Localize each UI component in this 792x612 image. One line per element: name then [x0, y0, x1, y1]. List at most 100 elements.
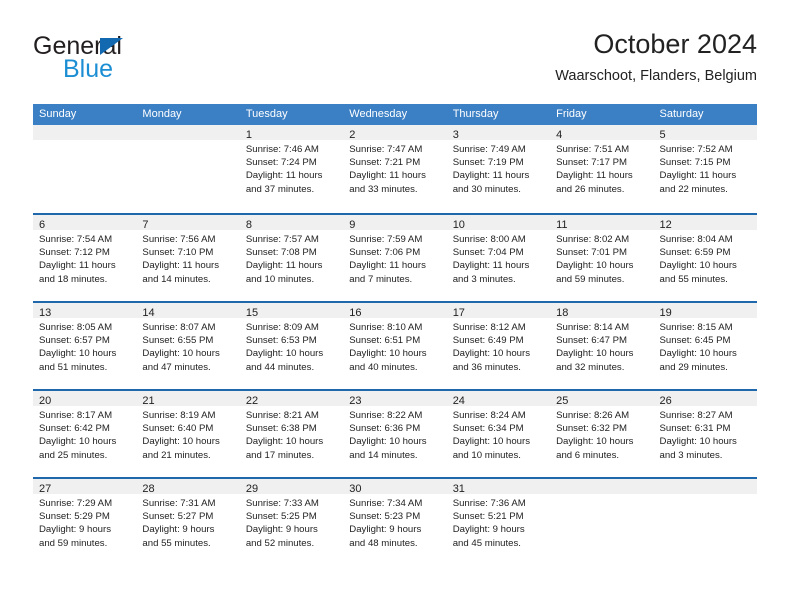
day-number: 12	[659, 219, 672, 231]
calendar-day-cell[interactable]: 2 Sunrise: 7:47 AM Sunset: 7:21 PM Daylight…	[343, 125, 447, 213]
day-sun-info: Sunrise: 8:17 AM Sunset: 6:42 PM Daylight:…	[33, 406, 136, 462]
day-number-band: 9	[343, 215, 447, 231]
calendar-week-row: 6 Sunrise: 7:54 AM Sunset: 7:12 PM Daylight…	[33, 213, 757, 301]
day-sun-info: Sunrise: 8:14 AM Sunset: 6:47 PM Daylight:…	[550, 318, 653, 374]
day-sun-info-line: Daylight: 10 hours	[556, 348, 634, 360]
day-sun-info-line: and 44 minutes.	[245, 361, 315, 373]
calendar-day-cell[interactable]: 19 Sunrise: 8:15 AM Sunset: 6:45 PM Dayligh…	[653, 303, 757, 389]
day-number-band: 21	[136, 391, 240, 407]
day-sun-info: Sunrise: 8:07 AM Sunset: 6:55 PM Daylight:…	[136, 318, 239, 374]
general-blue-logo[interactable]: General Blue	[33, 32, 253, 88]
day-number: 6	[39, 219, 46, 231]
day-number-band: 14	[136, 303, 240, 319]
calendar-day-cell[interactable]: 31 Sunrise: 7:36 AM Sunset: 5:21 PM Dayligh…	[446, 479, 551, 565]
day-sun-info-line: Daylight: 11 hours	[452, 260, 530, 272]
day-sun-info-line: Sunset: 6:47 PM	[556, 335, 628, 347]
calendar-day-cell[interactable]: 3 Sunrise: 7:49 AM Sunset: 7:19 PM Daylight…	[446, 125, 551, 213]
day-sun-info-line: and 37 minutes.	[245, 183, 315, 195]
calendar-day-cell[interactable]: 5 Sunrise: 7:52 AM Sunset: 7:15 PM Daylight…	[653, 125, 757, 213]
day-sun-info: Sunrise: 7:46 AM Sunset: 7:24 PM Daylight:…	[240, 140, 343, 196]
calendar-day-cell[interactable]: 12 Sunrise: 8:04 AM Sunset: 6:59 PM Dayligh…	[653, 215, 757, 301]
day-number: 25	[556, 395, 569, 407]
calendar-day-cell[interactable]: 24 Sunrise: 8:24 AM Sunset: 6:34 PM Dayligh…	[446, 391, 551, 477]
day-sun-info-line: Sunrise: 8:07 AM	[142, 322, 216, 333]
day-number: 15	[245, 307, 259, 319]
day-sun-info-line: Daylight: 10 hours	[452, 348, 531, 360]
calendar-day-cell[interactable]: 29 Sunrise: 7:33 AM Sunset: 5:25 PM Dayligh…	[239, 479, 344, 565]
calendar-day-cell[interactable]: 28 Sunrise: 7:31 AM Sunset: 5:27 PM Dayligh…	[136, 479, 240, 565]
calendar-day-cell[interactable]: 15 Sunrise: 8:09 AM Sunset: 6:53 PM Dayligh…	[239, 303, 344, 389]
day-sun-info-line: and 30 minutes.	[452, 183, 521, 195]
day-sun-info-line: Daylight: 10 hours	[452, 436, 531, 448]
day-sun-info-line: Daylight: 11 hours	[349, 170, 426, 182]
calendar-day-cell[interactable]: 14 Sunrise: 8:07 AM Sunset: 6:55 PM Dayligh…	[136, 303, 240, 389]
calendar-week-row: 27 Sunrise: 7:29 AM Sunset: 5:29 PM Dayligh…	[33, 477, 757, 565]
day-number-band: 5	[653, 125, 757, 141]
calendar-day-cell[interactable]: 26 Sunrise: 8:27 AM Sunset: 6:31 PM Dayligh…	[653, 391, 757, 477]
calendar-day-cell[interactable]: 6 Sunrise: 7:54 AM Sunset: 7:12 PM Daylight…	[33, 215, 137, 301]
calendar-day-cell[interactable]: 17 Sunrise: 8:12 AM Sunset: 6:49 PM Dayligh…	[446, 303, 551, 389]
day-number-band: 22	[239, 391, 344, 407]
calendar-day-cell[interactable]: 9 Sunrise: 7:59 AM Sunset: 7:06 PM Daylight…	[343, 215, 447, 301]
day-number-band	[33, 125, 137, 140]
weekday-header-sunday: Sunday	[39, 108, 77, 120]
day-sun-info-line: and 22 minutes.	[659, 183, 728, 195]
calendar-day-cell[interactable]: 25 Sunrise: 8:26 AM Sunset: 6:32 PM Dayligh…	[550, 391, 654, 477]
day-sun-info-line: Daylight: 9 hours	[349, 524, 422, 536]
day-sun-info-line: Sunset: 6:42 PM	[39, 423, 110, 435]
day-sun-info-line: Sunset: 7:06 PM	[349, 247, 421, 259]
day-sun-info-line: and 3 minutes.	[452, 273, 516, 285]
day-sun-info: Sunrise: 7:52 AM Sunset: 7:15 PM Daylight:…	[654, 140, 757, 196]
day-sun-info-line: Sunset: 7:01 PM	[556, 247, 628, 259]
calendar-day-cell[interactable]: 7 Sunrise: 7:56 AM Sunset: 7:10 PM Daylight…	[136, 215, 240, 301]
day-number-band: 4	[550, 125, 654, 141]
calendar-day-cell[interactable]: 13 Sunrise: 8:05 AM Sunset: 6:57 PM Dayligh…	[33, 303, 137, 389]
day-sun-info-line: Sunset: 6:36 PM	[349, 423, 421, 435]
day-number: 18	[556, 307, 569, 319]
day-sun-info: Sunrise: 7:59 AM Sunset: 7:06 PM Daylight:…	[343, 230, 446, 286]
day-sun-info-line: Sunset: 7:17 PM	[556, 157, 628, 169]
day-number: 29	[245, 483, 259, 495]
day-sun-info-line: Daylight: 10 hours	[245, 348, 324, 360]
day-number-band: 16	[343, 303, 447, 319]
day-number-band: 6	[33, 215, 137, 231]
day-sun-info-line: Sunset: 6:59 PM	[659, 247, 731, 259]
day-sun-info-line: Sunrise: 7:52 AM	[659, 144, 733, 155]
day-number-band: 7	[136, 215, 240, 231]
day-number: 21	[142, 395, 155, 407]
day-number-band: 26	[653, 391, 757, 407]
calendar-day-cell[interactable]: 1 Sunrise: 7:46 AM Sunset: 7:24 PM Daylight…	[239, 125, 344, 213]
day-sun-info-line: Sunrise: 7:33 AM	[245, 498, 319, 509]
day-sun-info-line: Sunset: 7:08 PM	[245, 247, 317, 259]
calendar-day-cell[interactable]: 21 Sunrise: 8:19 AM Sunset: 6:40 PM Dayligh…	[136, 391, 240, 477]
calendar-day-cell[interactable]: 18 Sunrise: 8:14 AM Sunset: 6:47 PM Dayligh…	[550, 303, 654, 389]
day-sun-info-line: Sunrise: 8:14 AM	[556, 322, 630, 333]
calendar-day-cell[interactable]: 23 Sunrise: 8:22 AM Sunset: 6:36 PM Dayligh…	[343, 391, 447, 477]
day-sun-info-line: and 21 minutes.	[142, 449, 211, 461]
calendar-day-cell[interactable]: 16 Sunrise: 8:10 AM Sunset: 6:51 PM Dayligh…	[343, 303, 447, 389]
calendar-day-cell[interactable]: 27 Sunrise: 7:29 AM Sunset: 5:29 PM Dayligh…	[33, 479, 137, 565]
calendar-day-cell[interactable]: 30 Sunrise: 7:34 AM Sunset: 5:23 PM Dayligh…	[343, 479, 447, 565]
day-sun-info-line: and 51 minutes.	[39, 361, 108, 373]
day-number: 27	[39, 483, 52, 495]
day-sun-info-line: and 32 minutes.	[556, 361, 625, 373]
day-number: 8	[245, 219, 252, 231]
calendar-day-cell[interactable]: 4 Sunrise: 7:51 AM Sunset: 7:17 PM Daylight…	[550, 125, 654, 213]
calendar-day-cell[interactable]: 10 Sunrise: 8:00 AM Sunset: 7:04 PM Dayligh…	[446, 215, 551, 301]
day-number: 22	[245, 395, 259, 407]
calendar-day-cell[interactable]: 8 Sunrise: 7:57 AM Sunset: 7:08 PM Daylight…	[239, 215, 344, 301]
calendar-day-cell[interactable]: 22 Sunrise: 8:21 AM Sunset: 6:38 PM Dayligh…	[239, 391, 344, 477]
day-sun-info: Sunrise: 7:34 AM Sunset: 5:23 PM Daylight:…	[343, 494, 446, 550]
day-sun-info: Sunrise: 7:54 AM Sunset: 7:12 PM Daylight:…	[33, 230, 136, 286]
day-sun-info-line: and 18 minutes.	[39, 273, 108, 285]
day-number-band: 19	[653, 303, 757, 319]
day-number: 11	[556, 219, 568, 231]
weekday-header-monday: Monday	[142, 108, 182, 120]
day-sun-info-line: Sunrise: 8:09 AM	[245, 322, 319, 333]
day-sun-info-line: Sunrise: 7:47 AM	[349, 144, 423, 155]
day-number: 28	[142, 483, 155, 495]
calendar-day-cell[interactable]: 20 Sunrise: 8:17 AM Sunset: 6:42 PM Dayligh…	[33, 391, 137, 477]
calendar-day-cell[interactable]: 11 Sunrise: 8:02 AM Sunset: 7:01 PM Dayligh…	[550, 215, 654, 301]
day-sun-info-line: and 47 minutes.	[142, 361, 211, 373]
day-sun-info-line: and 29 minutes.	[659, 361, 728, 373]
